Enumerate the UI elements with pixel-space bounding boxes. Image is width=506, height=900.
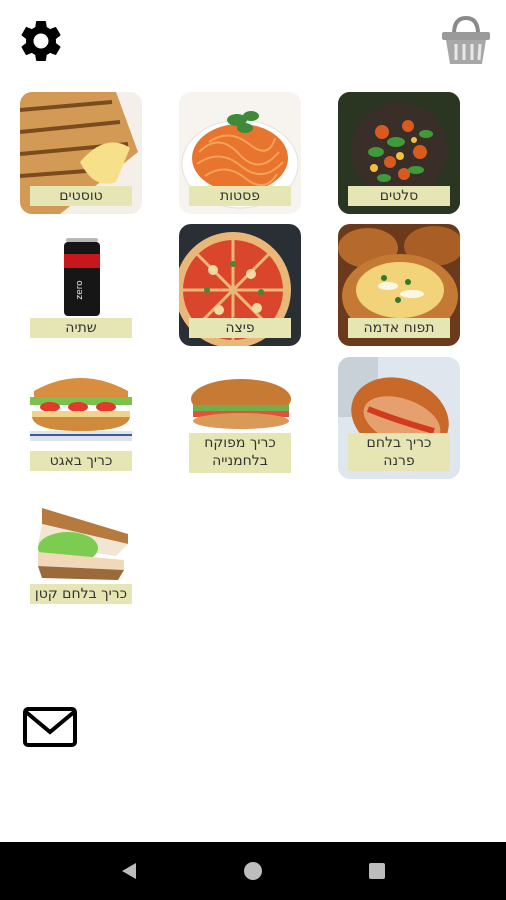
category-drink[interactable]: zero שתיה: [20, 224, 142, 346]
category-frena[interactable]: כריך בלחם פרנה: [338, 357, 460, 479]
recents-button[interactable]: [365, 859, 389, 883]
category-label: כריך מפוקח בלחמנייה: [189, 433, 291, 473]
recents-icon: [369, 863, 385, 879]
category-toasts[interactable]: טוסטים: [20, 92, 142, 214]
cart-button[interactable]: [436, 12, 496, 70]
back-icon: [122, 863, 136, 879]
category-label: פסטות: [189, 186, 291, 206]
category-potato[interactable]: תפוח אדמה: [338, 224, 460, 346]
category-label: כריך באגט: [30, 451, 132, 471]
home-button[interactable]: [241, 859, 265, 883]
shopping-basket-icon: [442, 15, 490, 64]
category-label: תפוח אדמה: [348, 318, 450, 338]
category-pizza[interactable]: פיצה: [179, 224, 301, 346]
navigation-bar: [0, 842, 506, 900]
svg-text:zero: zero: [75, 280, 85, 300]
category-pastas[interactable]: פסטות: [179, 92, 301, 214]
mail-button[interactable]: [22, 706, 80, 752]
category-small[interactable]: כריך בלחם קטן: [20, 490, 142, 612]
category-label: שתיה: [30, 318, 132, 338]
category-ciabatta[interactable]: כריך מפוקח בלחמנייה: [179, 357, 301, 479]
category-label: סלטים: [348, 186, 450, 206]
category-baguette[interactable]: כריך באגט: [20, 357, 142, 479]
category-label: כריך בלחם פרנה: [348, 433, 450, 471]
back-button[interactable]: [117, 859, 141, 883]
category-label: טוסטים: [30, 186, 132, 206]
category-label: פיצה: [189, 318, 291, 338]
mail-icon: [23, 707, 77, 747]
gear-icon: [21, 21, 61, 61]
category-salads[interactable]: סלטים: [338, 92, 460, 214]
settings-button[interactable]: [14, 14, 68, 68]
home-icon: [244, 862, 262, 880]
category-label: כריך בלחם קטן: [30, 584, 132, 604]
